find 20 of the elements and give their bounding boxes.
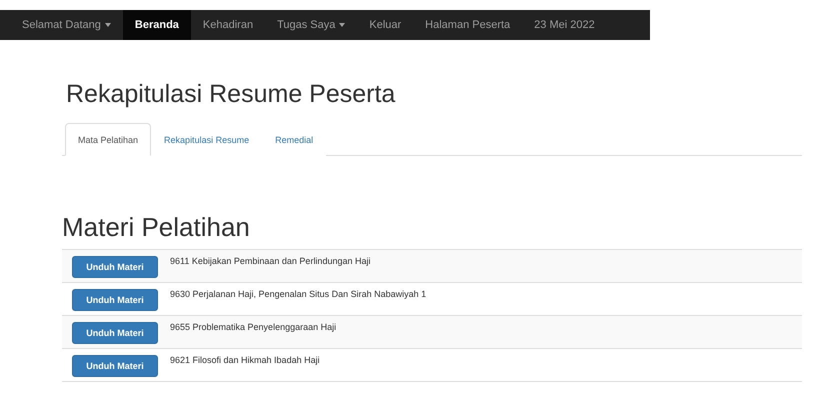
material-title: 9611 Kebijakan Pembinaan dan Perlindungan Haji (170, 255, 370, 266)
nav-link[interactable]: Tugas Saya (265, 10, 358, 40)
nav-link[interactable]: Keluar (357, 10, 414, 40)
material-title: 9630 Perjalanan Haji, Pengenalan Situs Dan Sirah Nabawiyah 1 (170, 288, 426, 299)
download-button[interactable]: Unduh Materi (72, 256, 158, 278)
download-button[interactable]: Unduh Materi (72, 355, 158, 377)
material-title: 9621 Filosofi dan Hikmah Ibadah Haji (170, 354, 320, 365)
nav-link[interactable]: Selamat Datang (10, 10, 123, 40)
caret-icon (104, 23, 111, 27)
caret-icon (339, 23, 346, 27)
nav-link[interactable]: Kehadiran (190, 10, 266, 40)
download-button[interactable]: Unduh Materi (72, 289, 158, 311)
nav-link[interactable]: 23 Mei 2022 (522, 10, 607, 40)
material-title: 9655 Problematika Penyelenggaraan Haji (170, 321, 336, 332)
nav-link[interactable]: Halaman Peserta (413, 10, 522, 40)
tab[interactable]: Mata Pelatihan (65, 123, 152, 156)
nav-link[interactable]: Beranda (122, 10, 191, 40)
download-button[interactable]: Unduh Materi (72, 322, 158, 344)
page-title: Rekapitulasi Resume Peserta (66, 80, 396, 109)
section-title: Materi Pelatihan (62, 212, 251, 243)
